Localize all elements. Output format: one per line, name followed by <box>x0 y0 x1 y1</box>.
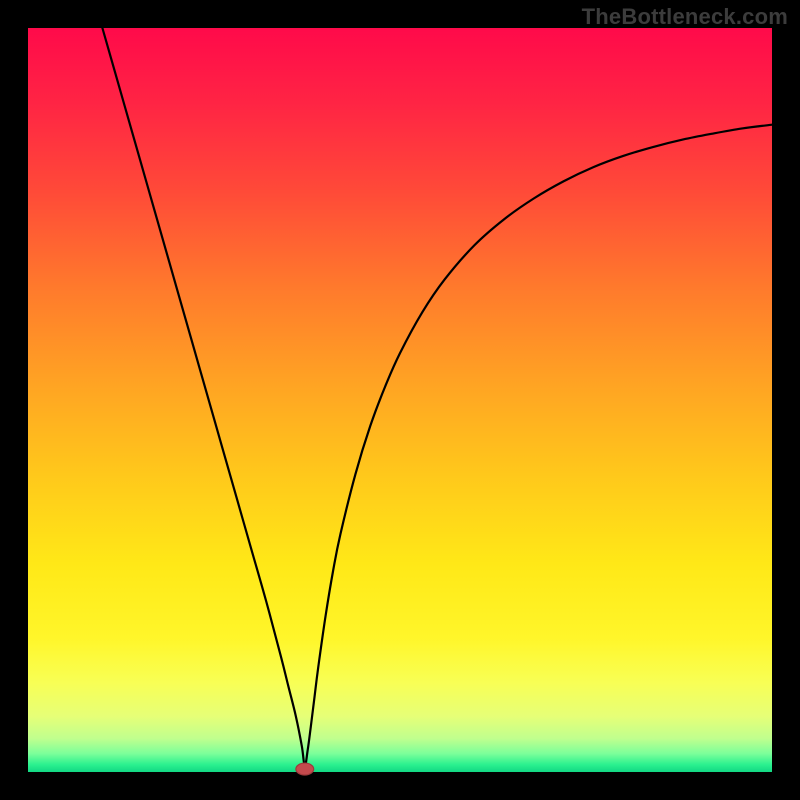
watermark-text: TheBottleneck.com <box>582 4 788 30</box>
optimal-point-marker <box>296 763 314 775</box>
plot-background <box>28 28 772 772</box>
chart-stage: TheBottleneck.com <box>0 0 800 800</box>
bottleneck-chart <box>0 0 800 800</box>
